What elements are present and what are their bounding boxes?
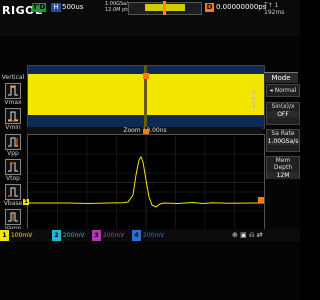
trigger-type-badge[interactable]: D bbox=[205, 3, 214, 12]
sa-rate-label: Sa Rate bbox=[271, 130, 295, 137]
system-icons[interactable]: ⊕ ▣ ⎌ ⇄ bbox=[232, 231, 263, 240]
run-state-badge[interactable]: T'D bbox=[32, 3, 46, 12]
acquire-side-label: Acquire bbox=[250, 90, 256, 109]
ch2-tab[interactable]: 2 200mV bbox=[52, 230, 84, 241]
vamp-icon[interactable] bbox=[5, 209, 21, 225]
vmax-icon[interactable] bbox=[5, 83, 21, 99]
memory-depth: 12.0M pts bbox=[105, 7, 130, 13]
sinx-button[interactable]: Sin(x)/x OFF bbox=[266, 102, 300, 125]
vtop-label: Vtop bbox=[6, 175, 20, 182]
vmax-label: Vmax bbox=[4, 99, 22, 106]
mem-depth-value: 12M bbox=[267, 172, 299, 179]
status-bar: RIGOL T'D H 500us 1.00GSa/s 12.0M pts D … bbox=[0, 0, 300, 36]
vbase-icon[interactable] bbox=[5, 184, 21, 200]
trigger-position-marker-top bbox=[143, 73, 149, 79]
waveform-svg bbox=[28, 135, 265, 230]
menu-title: Mode bbox=[264, 72, 298, 83]
sa-rate-button[interactable]: Sa Rate 1.00GSa/s bbox=[266, 129, 300, 152]
memory-overview bbox=[128, 1, 202, 15]
ch4-tab[interactable]: 4 200mV bbox=[132, 230, 164, 241]
vpp-label: Vpp bbox=[7, 150, 19, 157]
sample-rate-info: 1.00GSa/s 12.0M pts bbox=[105, 1, 131, 13]
vpp-icon[interactable] bbox=[5, 134, 21, 150]
status-icons: T↑ 1 192ms bbox=[264, 2, 285, 16]
ch2-number: 2 bbox=[52, 230, 61, 241]
mem-depth-label: Mem Depth bbox=[273, 157, 293, 171]
mem-depth-button[interactable]: Mem Depth 12M bbox=[266, 156, 300, 179]
vertical-measure-panel: Vertical Vmax Vmin Vpp Vtop Vbase Vamp bbox=[0, 66, 26, 236]
trigger-position[interactable]: 0.00000000ps bbox=[216, 3, 266, 11]
mode-normal-button[interactable]: ◂ Normal bbox=[266, 84, 300, 97]
acquire-menu: Mode ◂ Normal Sin(x)/x OFF Sa Rate 1.00G… bbox=[262, 72, 300, 242]
ch1-number: 1 bbox=[0, 230, 9, 241]
vertical-panel-title: Vertical bbox=[1, 74, 25, 81]
ch3-scale: 200mV bbox=[102, 232, 125, 239]
timebase-value[interactable]: 500us bbox=[62, 3, 83, 11]
ch3-number: 3 bbox=[92, 230, 101, 241]
mode-normal-label: ◂ Normal bbox=[269, 87, 297, 94]
ch3-tab[interactable]: 3 200mV bbox=[92, 230, 124, 241]
vmin-icon[interactable] bbox=[5, 108, 21, 124]
sinx-value: OFF bbox=[267, 111, 299, 118]
vtop-icon[interactable] bbox=[5, 159, 21, 175]
ch4-scale: 200mV bbox=[142, 232, 165, 239]
horizontal-mode-badge[interactable]: H bbox=[51, 3, 61, 12]
ch1-tab[interactable]: 1 100mV bbox=[0, 230, 32, 241]
vmin-label: Vmin bbox=[5, 124, 21, 131]
sinx-label: Sin(x)/x bbox=[271, 103, 295, 110]
ch2-scale: 200mV bbox=[62, 232, 85, 239]
sa-rate-value: 1.00GSa/s bbox=[267, 138, 299, 145]
oscilloscope-screen: RIGOL T'D H 500us 1.00GSa/s 12.0M pts D … bbox=[0, 0, 300, 300]
channel-bar: 1 100mV 2 200mV 3 200mV 4 200mV ⊕ ▣ ⎌ ⇄ bbox=[0, 229, 300, 242]
zoom-waveform-grid[interactable] bbox=[27, 134, 265, 231]
vbase-label: Vbase bbox=[3, 200, 23, 207]
overview-trigger-marker bbox=[163, 1, 166, 15]
ch1-scale: 100mV bbox=[10, 232, 33, 239]
ch1-offset-marker[interactable]: 1 bbox=[23, 199, 29, 205]
ch4-number: 4 bbox=[132, 230, 141, 241]
